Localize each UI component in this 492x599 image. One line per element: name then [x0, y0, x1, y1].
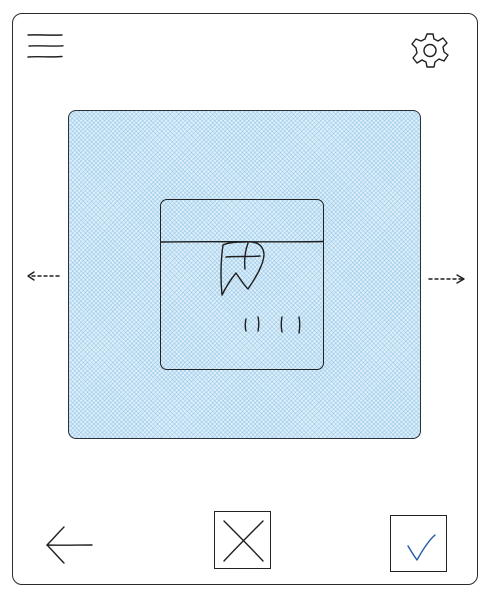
back-arrow-icon	[46, 526, 93, 564]
next-button[interactable]	[426, 269, 470, 289]
close-x-icon	[223, 520, 264, 562]
hamburger-menu-icon	[27, 34, 64, 58]
cancel-button[interactable]	[214, 511, 271, 569]
gear-icon	[411, 33, 449, 68]
previous-button[interactable]	[24, 266, 64, 286]
back-button[interactable]	[44, 524, 96, 566]
arrow-left-dashed-icon	[27, 271, 60, 281]
arrow-right-dashed-icon	[428, 274, 465, 284]
settings-button[interactable]	[410, 31, 450, 69]
confirm-button[interactable]	[390, 515, 447, 572]
menu-button[interactable]	[26, 30, 66, 62]
checkmark-icon	[407, 534, 436, 561]
image-sketch	[160, 240, 324, 334]
